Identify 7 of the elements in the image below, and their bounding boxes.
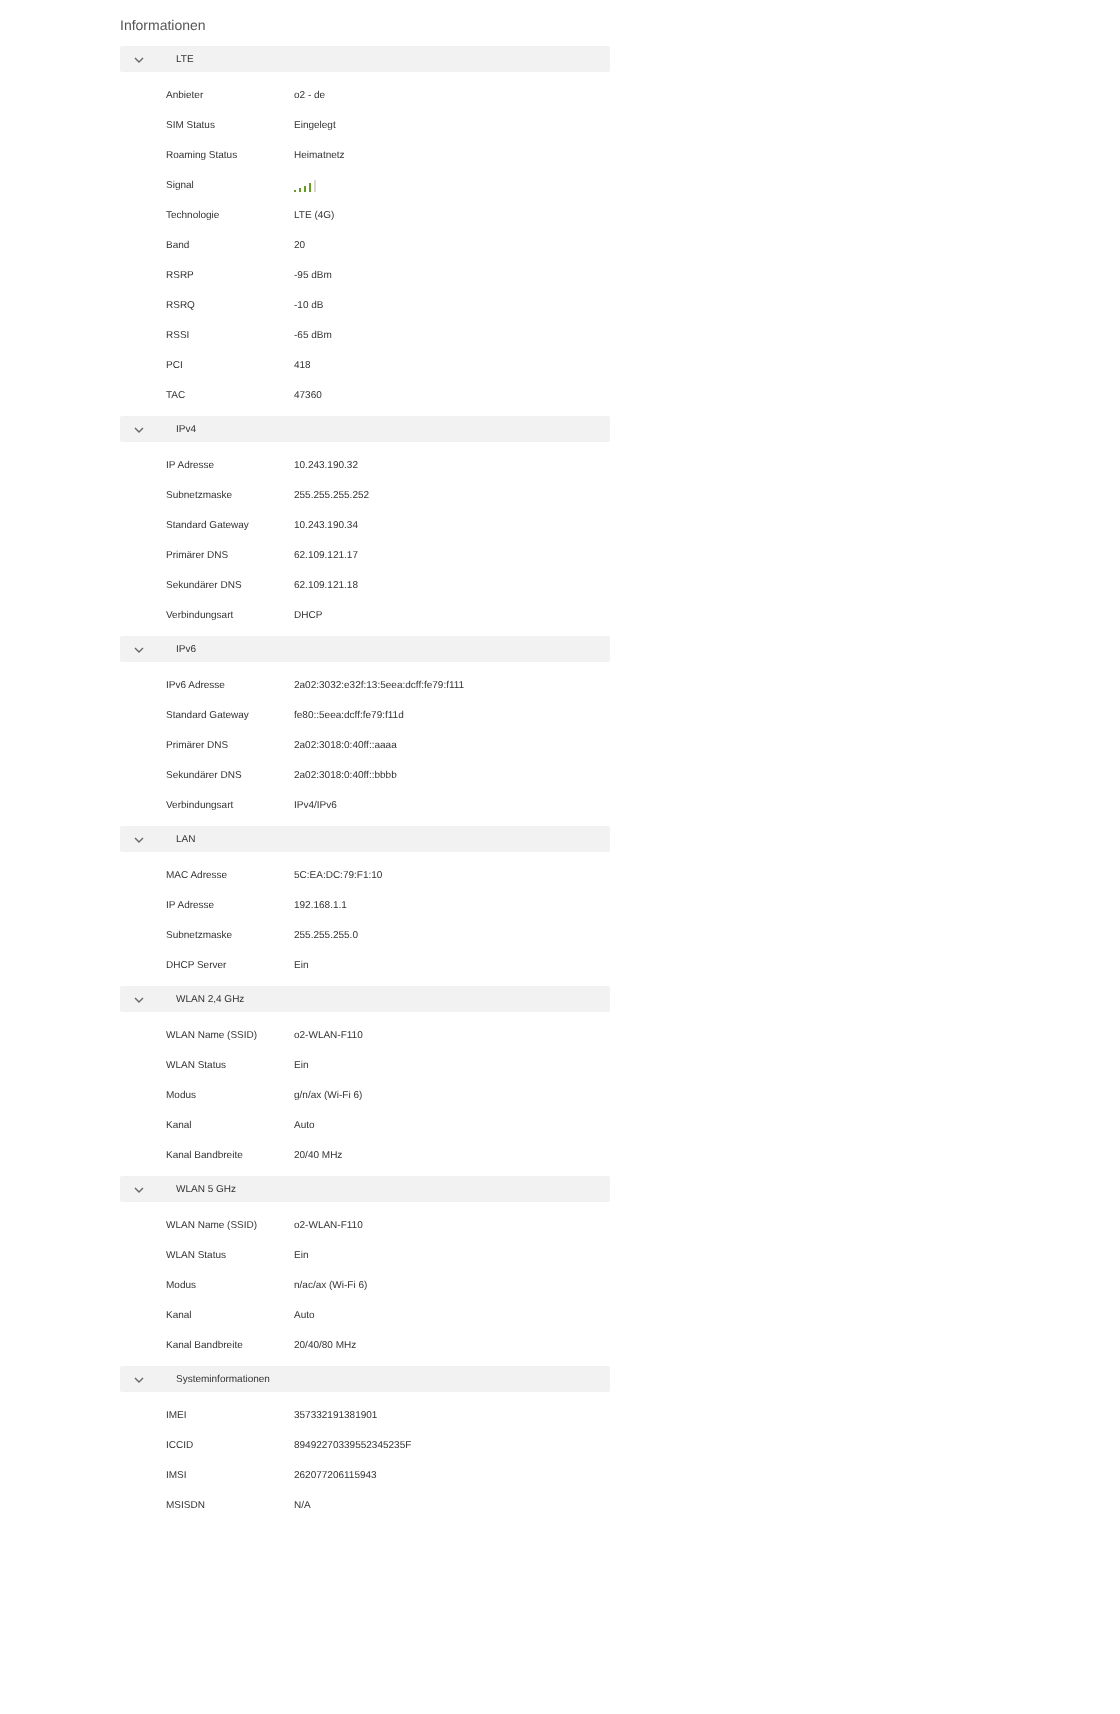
chevron-down-icon [134, 55, 144, 63]
chevron-down-icon [134, 645, 144, 653]
chevron-down-icon [134, 835, 144, 843]
chevron-down-icon [134, 1185, 144, 1193]
chevron-down-icon [134, 425, 144, 433]
chevron-down-icon [134, 995, 144, 1003]
chevron-down-icon [134, 1375, 144, 1383]
